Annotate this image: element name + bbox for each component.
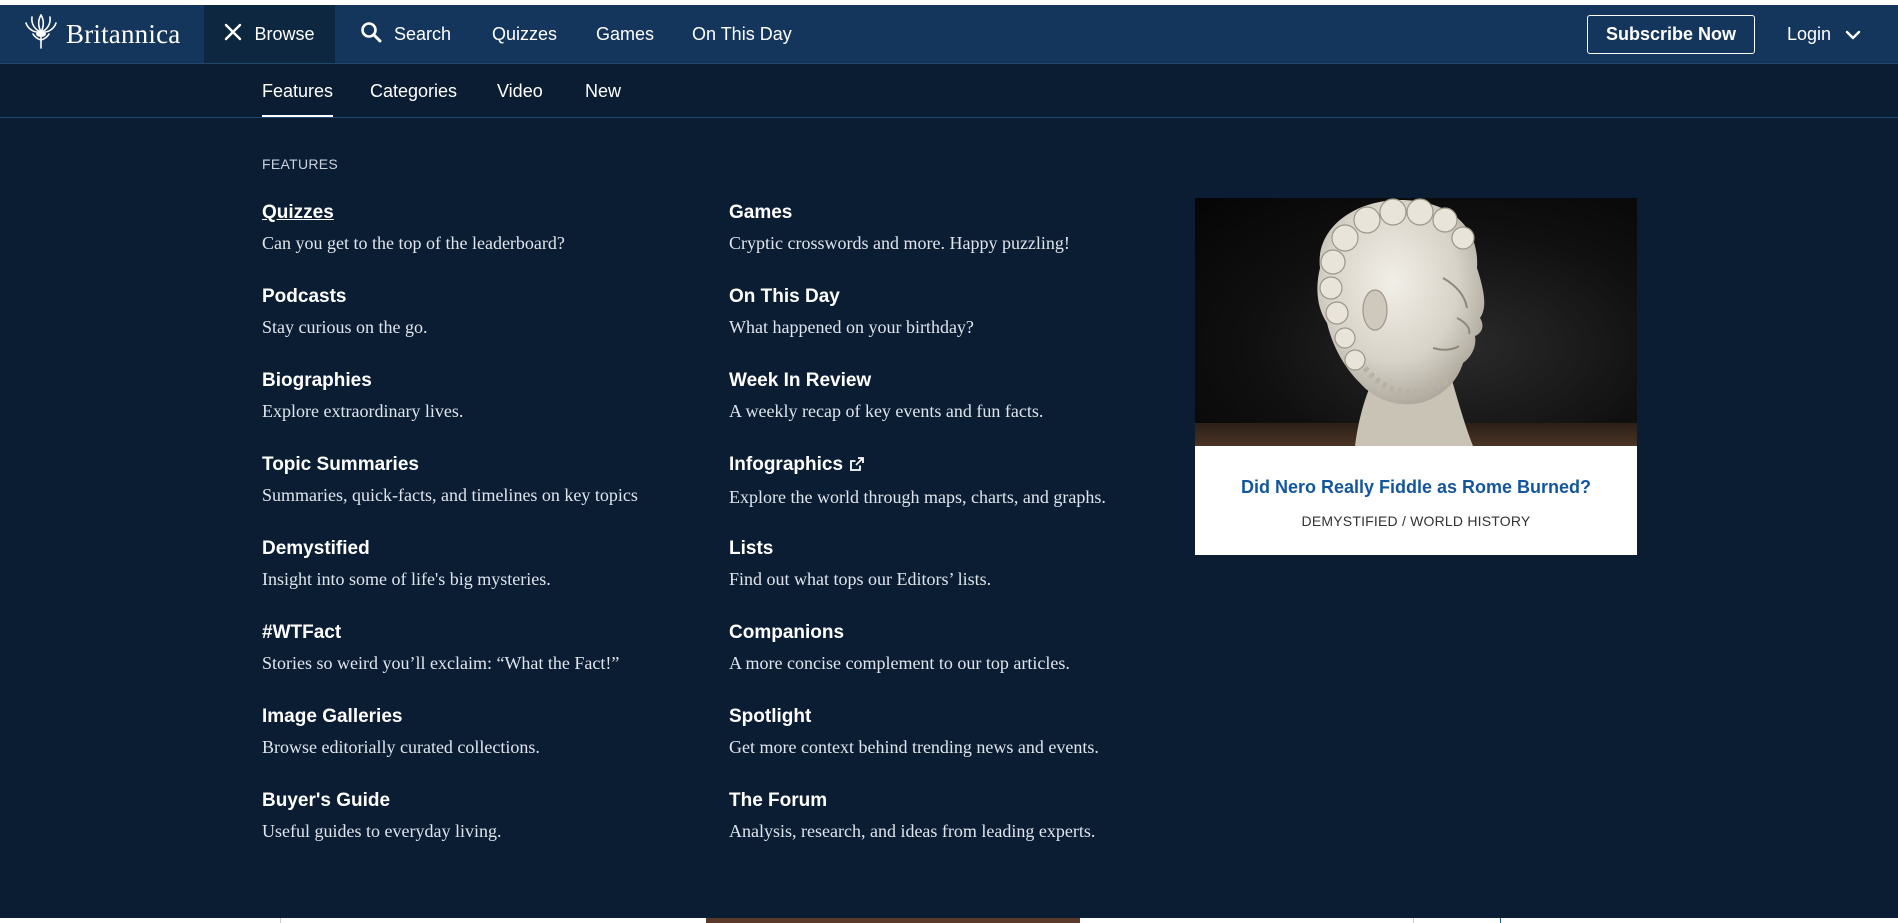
feature-week-in-review: Week In Review A weekly recap of key eve… [729, 370, 1169, 422]
feature-biographies: Biographies Explore extraordinary lives. [262, 370, 702, 422]
feature-title-link[interactable]: Infographics [729, 454, 865, 478]
divider [1500, 918, 1501, 923]
feature-description: Get more context behind trending news an… [729, 737, 1099, 757]
search-button[interactable]: Search [360, 5, 451, 63]
feature-description: Explore the world through maps, charts, … [729, 487, 1106, 507]
britannica-logo[interactable]: Britannica [24, 13, 181, 55]
tab-categories[interactable]: Categories [370, 81, 457, 102]
feature-title-link[interactable]: Spotlight [729, 706, 811, 728]
promo-image-nero-bust [1195, 198, 1637, 446]
nav-link-games[interactable]: Games [596, 5, 654, 63]
section-heading: FEATURES [262, 156, 339, 172]
feature-title-link[interactable]: Biographies [262, 370, 372, 392]
login-button[interactable]: Login [1787, 5, 1861, 63]
feature-spotlight: Spotlight Get more context behind trendi… [729, 706, 1169, 758]
feature-on-this-day: On This Day What happened on your birthd… [729, 286, 1169, 338]
feature-title-link[interactable]: Image Galleries [262, 706, 402, 728]
feature-description: Insight into some of life's big mysterie… [262, 569, 551, 589]
feature-quizzes: Quizzes Can you get to the top of the le… [262, 202, 702, 254]
feature-description: Useful guides to everyday living. [262, 821, 502, 841]
browse-label: Browse [254, 23, 315, 44]
feature-buyers-guide: Buyer's Guide Useful guides to everyday … [262, 790, 702, 842]
feature-title-link[interactable]: #WTFact [262, 622, 341, 644]
feature-description: Summaries, quick-facts, and timelines on… [262, 485, 638, 505]
feature-lists: Lists Find out what tops our Editors’ li… [729, 538, 1169, 590]
feature-title-link[interactable]: Buyer's Guide [262, 790, 390, 812]
promo-title[interactable]: Did Nero Really Fiddle as Rome Burned? [1195, 477, 1637, 498]
feature-description: Can you get to the top of the leaderboar… [262, 233, 565, 253]
divider [280, 918, 281, 923]
feature-title-link[interactable]: The Forum [729, 790, 827, 812]
external-link-icon [849, 456, 865, 478]
feature-title-link[interactable]: Demystified [262, 538, 370, 560]
feature-description: Analysis, research, and ideas from leadi… [729, 821, 1096, 841]
login-label: Login [1787, 23, 1832, 44]
feature-wtfact: #WTFact Stories so weird you’ll exclaim:… [262, 622, 702, 674]
feature-description: A more concise complement to our top art… [729, 653, 1070, 673]
feature-podcasts: Podcasts Stay curious on the go. [262, 286, 702, 338]
divider [1413, 918, 1414, 923]
feature-title-link[interactable]: Lists [729, 538, 773, 560]
browse-subnav: Features Categories Video New [0, 63, 1898, 118]
feature-games: Games Cryptic crosswords and more. Happy… [729, 202, 1169, 254]
tab-new[interactable]: New [585, 81, 621, 102]
feature-title-link[interactable]: Podcasts [262, 286, 346, 308]
nav-link-on-this-day[interactable]: On This Day [692, 5, 792, 63]
close-icon [224, 23, 242, 46]
search-label: Search [394, 23, 452, 44]
feature-description: Stories so weird you’ll exclaim: “What t… [262, 653, 620, 673]
top-navigation-bar: Britannica Browse Search Quizzes Games O… [0, 5, 1898, 63]
promo-category: DEMYSTIFIED / WORLD HISTORY [1301, 513, 1531, 529]
feature-image-galleries: Image Galleries Browse editorially curat… [262, 706, 702, 758]
feature-companions: Companions A more concise complement to … [729, 622, 1169, 674]
tab-video[interactable]: Video [497, 81, 543, 102]
feature-infographics: Infographics Explore the world through m… [729, 454, 1169, 508]
feature-topic-summaries: Topic Summaries Summaries, quick-facts, … [262, 454, 702, 506]
thistle-logo-icon [24, 13, 58, 55]
content-thumbnail [706, 918, 1080, 923]
feature-title-link[interactable]: Topic Summaries [262, 454, 419, 476]
feature-title-text: Infographics [729, 454, 844, 475]
feature-description: Explore extraordinary lives. [262, 401, 464, 421]
subscribe-now-button[interactable]: Subscribe Now [1587, 15, 1755, 54]
search-icon [360, 21, 382, 48]
feature-description: What happened on your birthday? [729, 317, 974, 337]
logo-wordmark: Britannica [66, 18, 181, 49]
feature-title-link[interactable]: Companions [729, 622, 844, 644]
browse-button[interactable]: Browse [204, 5, 335, 63]
tab-features[interactable]: Features [262, 81, 334, 117]
feature-description: Find out what tops our Editors’ lists. [729, 569, 992, 589]
feature-demystified: Demystified Insight into some of life's … [262, 538, 702, 590]
feature-title-link[interactable]: Week In Review [729, 370, 871, 392]
nav-link-quizzes[interactable]: Quizzes [492, 5, 557, 63]
feature-title-link[interactable]: Games [729, 202, 792, 224]
feature-description: Browse editorially curated collections. [262, 737, 540, 757]
feature-title-link[interactable]: Quizzes [262, 202, 334, 224]
feature-description: Cryptic crosswords and more. Happy puzzl… [729, 233, 1070, 253]
feature-description: Stay curious on the go. [262, 317, 428, 337]
browse-menu-panel: Features Categories Video New FEATURES Q… [0, 63, 1898, 918]
chevron-down-icon [1845, 24, 1861, 45]
feature-description: A weekly recap of key events and fun fac… [729, 401, 1044, 421]
feature-title-link[interactable]: On This Day [729, 286, 840, 308]
feature-the-forum: The Forum Analysis, research, and ideas … [729, 790, 1169, 842]
promo-card[interactable]: Did Nero Really Fiddle as Rome Burned? D… [1195, 198, 1637, 555]
